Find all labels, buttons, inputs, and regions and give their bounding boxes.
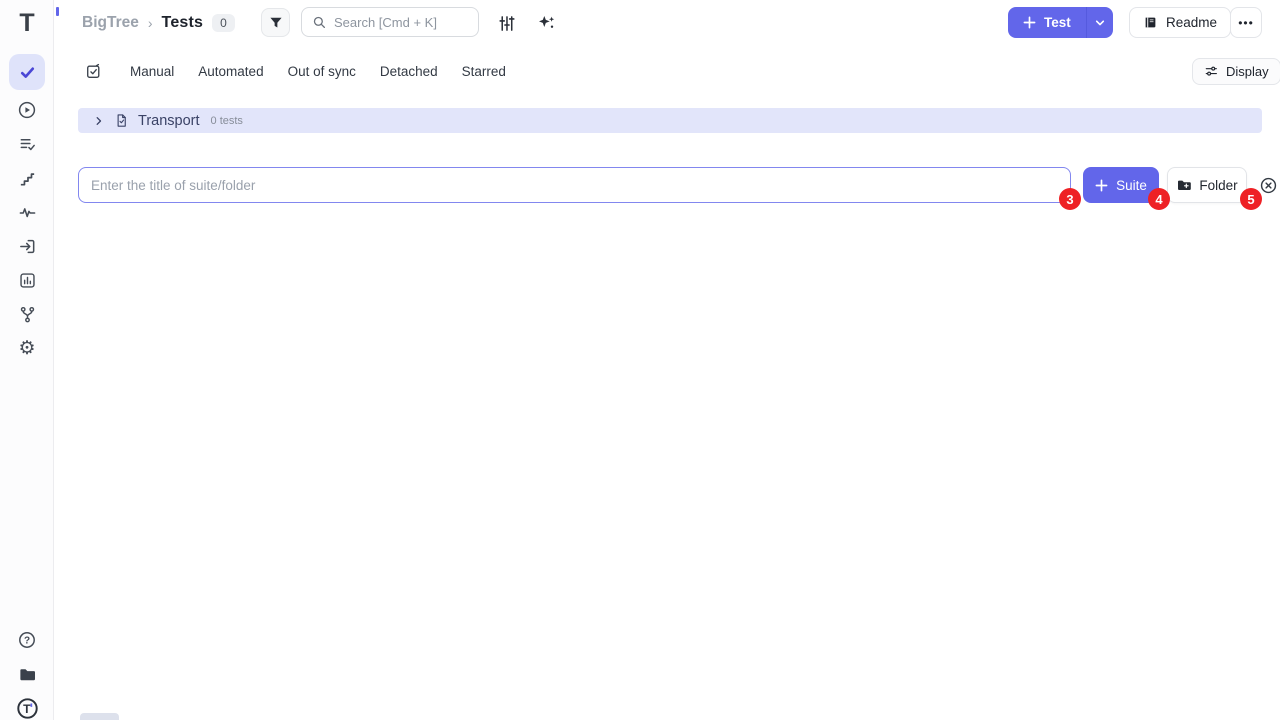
play-circle-icon <box>17 100 37 120</box>
sparkles-icon <box>537 13 557 33</box>
readme-label: Readme <box>1166 15 1217 30</box>
book-icon <box>1143 15 1158 30</box>
tab-out-of-sync[interactable]: Out of sync <box>288 64 356 79</box>
check-icon <box>18 63 37 82</box>
add-suite-label: Suite <box>1116 178 1147 193</box>
new-test-split-button: Test <box>1008 7 1113 38</box>
stairs-icon <box>18 169 37 188</box>
sliders-vertical-icon <box>497 14 516 33</box>
suite-row-transport[interactable]: Transport 0 tests <box>78 108 1262 133</box>
tab-manual[interactable]: Manual <box>130 64 174 79</box>
sidebar: T <box>0 0 54 720</box>
logo-letter: T <box>19 11 34 36</box>
tab-detached[interactable]: Detached <box>380 64 438 79</box>
display-button[interactable]: Display <box>1192 58 1280 85</box>
list-check-icon <box>18 135 37 154</box>
git-branch-icon <box>18 305 37 324</box>
sidebar-item-help[interactable]: ? <box>9 623 45 657</box>
sidebar-item-plans[interactable] <box>9 127 45 161</box>
svg-text:T: T <box>23 701 31 715</box>
import-arrow-icon <box>18 237 37 256</box>
select-all-button[interactable] <box>85 63 102 80</box>
checkbox-check-icon <box>85 63 102 80</box>
tests-count-badge: 0 <box>212 14 235 32</box>
ai-assist-button[interactable] <box>535 11 558 34</box>
annotation-badge-5: 5 <box>1240 188 1262 210</box>
search-icon <box>312 15 327 30</box>
breadcrumb: BigTree › Tests 0 <box>82 10 235 36</box>
logo-circle-icon: T <box>16 697 39 720</box>
breadcrumb-separator: › <box>148 15 153 31</box>
filter-tabs: Manual Automated Out of sync Detached St… <box>130 64 506 79</box>
gear-icon: ⚙ <box>18 339 35 358</box>
sidebar-item-steps[interactable] <box>9 161 45 195</box>
readme-button[interactable]: Readme <box>1129 7 1231 38</box>
add-folder-label: Folder <box>1199 178 1237 193</box>
plus-icon <box>1095 179 1108 192</box>
tab-starred[interactable]: Starred <box>462 64 506 79</box>
sidebar-item-runs[interactable] <box>9 93 45 127</box>
sidebar-item-pulse[interactable] <box>9 195 45 229</box>
svg-text:?: ? <box>24 636 30 647</box>
annotation-badge-3: 3 <box>1059 188 1081 210</box>
new-test-button[interactable]: Test <box>1008 7 1086 38</box>
suite-test-count: 0 tests <box>211 115 243 127</box>
logo-tick-icon <box>56 7 59 16</box>
page-title: Tests <box>162 14 204 32</box>
chevron-right-icon <box>93 115 105 127</box>
more-options-button[interactable]: ••• <box>1230 7 1262 38</box>
cancel-create-button[interactable] <box>1259 176 1278 195</box>
adjustments-button[interactable] <box>495 12 517 34</box>
app-logo[interactable]: T <box>0 6 54 40</box>
search-input[interactable] <box>334 15 464 30</box>
breadcrumb-project[interactable]: BigTree <box>82 14 139 32</box>
funnel-icon <box>268 15 284 31</box>
sidebar-item-projects[interactable] <box>9 657 45 691</box>
suite-title: Transport <box>138 113 200 129</box>
tab-automated[interactable]: Automated <box>198 64 263 79</box>
partial-element-bottom <box>80 713 119 720</box>
search-box <box>301 7 479 37</box>
app-window: T <box>0 0 1280 720</box>
suite-title-input[interactable] <box>78 167 1071 203</box>
sidebar-item-tests[interactable] <box>9 54 45 90</box>
annotation-badge-4: 4 <box>1148 188 1170 210</box>
new-test-label: Test <box>1044 15 1071 30</box>
document-check-icon <box>114 113 129 128</box>
sidebar-item-settings[interactable]: ⚙ <box>9 331 45 365</box>
activity-icon <box>18 203 37 222</box>
chevron-down-icon <box>1094 17 1106 29</box>
help-circle-icon: ? <box>17 630 37 650</box>
new-test-dropdown-button[interactable] <box>1086 7 1113 38</box>
ellipsis-icon: ••• <box>1238 16 1254 30</box>
add-folder-button[interactable]: Folder <box>1167 167 1247 203</box>
x-circle-icon <box>1259 176 1278 195</box>
sidebar-item-import[interactable] <box>9 229 45 263</box>
filter-button[interactable] <box>261 8 290 37</box>
sliders-horizontal-icon <box>1204 64 1219 79</box>
display-label: Display <box>1226 64 1269 79</box>
folder-icon <box>18 665 37 684</box>
plus-icon <box>1023 16 1036 29</box>
bar-chart-icon <box>18 271 37 290</box>
sidebar-item-account[interactable]: T <box>9 691 45 720</box>
sidebar-item-branches[interactable] <box>9 297 45 331</box>
folder-plus-icon <box>1176 177 1192 193</box>
sidebar-item-analytics[interactable] <box>9 263 45 297</box>
